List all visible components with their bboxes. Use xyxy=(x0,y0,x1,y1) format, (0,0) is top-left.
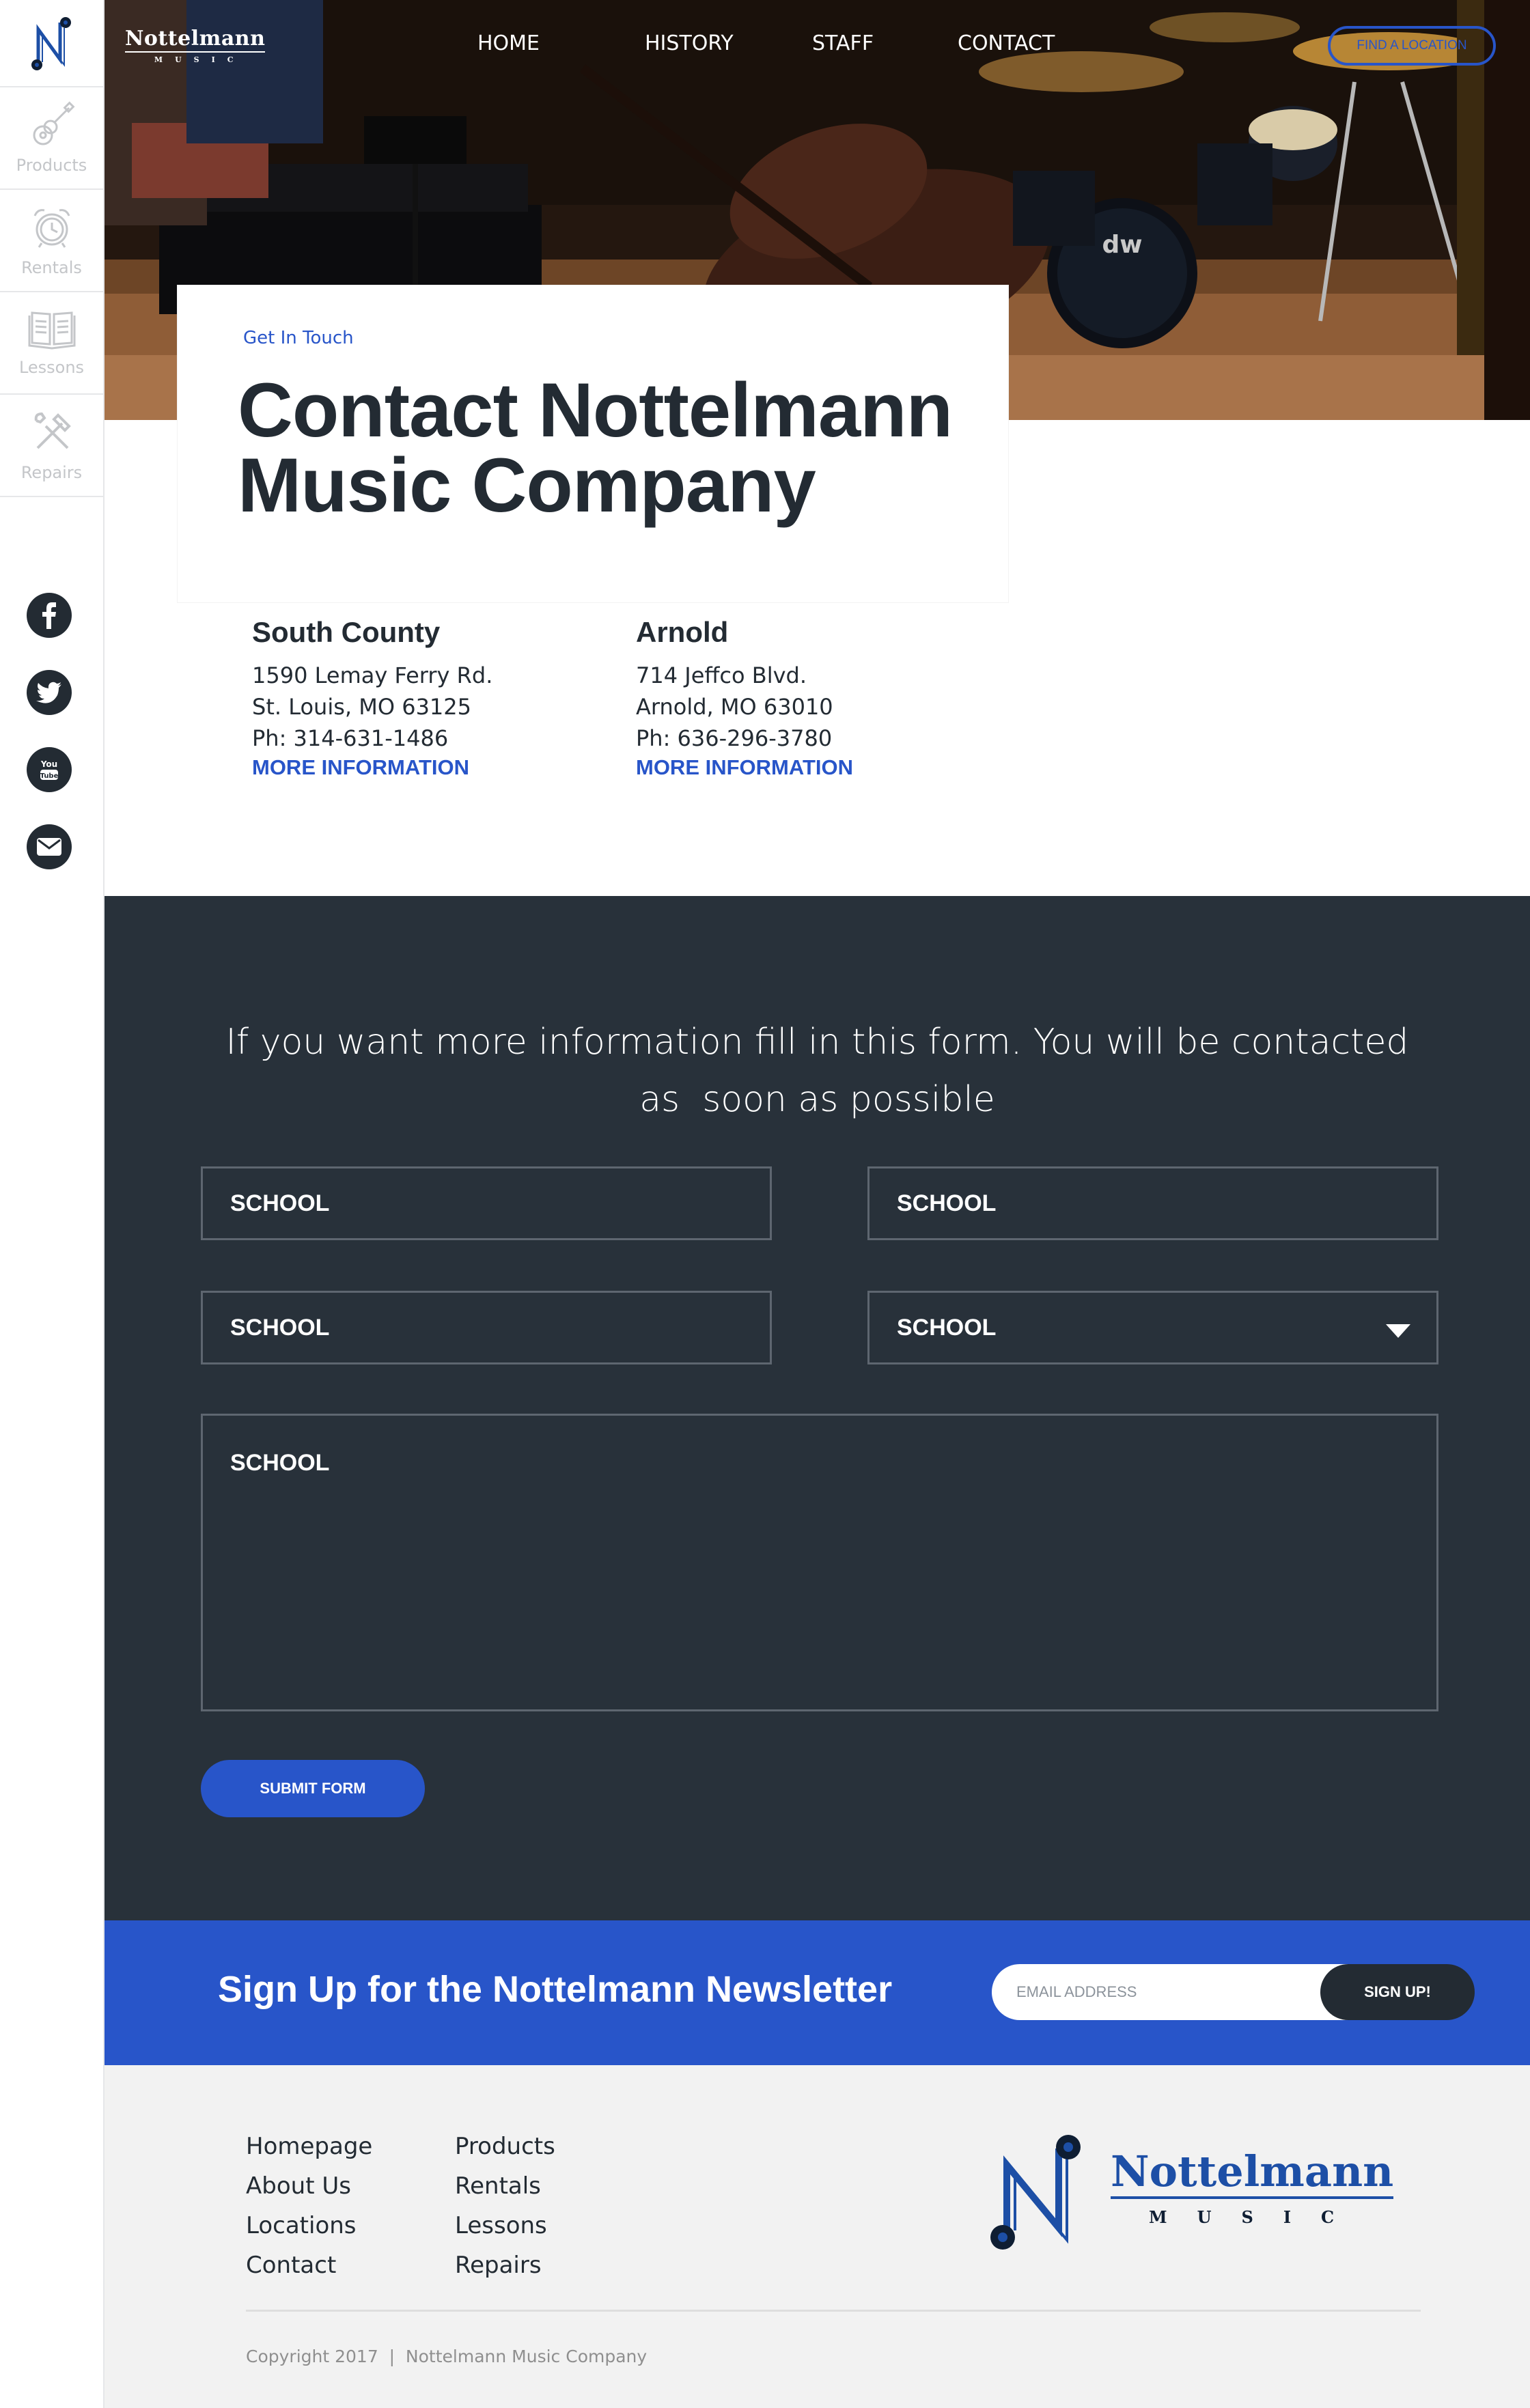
sidebar-item-rentals[interactable]: Rentals xyxy=(0,190,103,292)
footer-link-products[interactable]: Products xyxy=(455,2127,555,2166)
school-field-3[interactable]: SCHOOL xyxy=(201,1291,772,1364)
school-field-2[interactable]: SCHOOL xyxy=(867,1166,1438,1240)
newsletter-title: Sign Up for the Nottelmann Newsletter xyxy=(218,1969,893,2010)
location-name: South County xyxy=(252,616,441,648)
email-icon xyxy=(37,838,61,856)
form-intro-line1: If you want more information fill in thi… xyxy=(225,1022,1409,1063)
brand-name: Nottelmann xyxy=(125,27,266,53)
top-navigation: Nottelmann MUSIC HOME HISTORY STAFF CONT… xyxy=(105,0,1530,87)
nav-history[interactable]: HISTORY xyxy=(645,31,734,55)
field-label: SCHOOL xyxy=(230,1190,330,1216)
footer-logo-subtitle: MUSIC xyxy=(1149,2207,1365,2227)
copyright-text: Copyright 2017 | Nottelmann Music Compan… xyxy=(246,2347,648,2366)
field-label: SCHOOL xyxy=(897,1190,997,1216)
page-kicker: Get In Touch xyxy=(243,328,354,348)
footer-divider xyxy=(246,2310,1421,2312)
footer-link-lessons[interactable]: Lessons xyxy=(455,2206,555,2245)
footer: Homepage About Us Locations Contact Prod… xyxy=(105,2065,1530,2408)
svg-text:Tube: Tube xyxy=(40,772,59,780)
facebook-icon xyxy=(42,602,56,629)
facebook-link[interactable] xyxy=(27,593,72,638)
footer-link-contact[interactable]: Contact xyxy=(246,2245,372,2285)
sidebar-item-label: Lessons xyxy=(18,358,85,377)
chevron-down-icon xyxy=(1386,1324,1410,1338)
sidebar: Products Rentals Lessons Repairs You Tub… xyxy=(0,0,105,2408)
email-link[interactable] xyxy=(27,824,72,869)
nav-staff[interactable]: STAFF xyxy=(812,31,874,55)
nottelmann-logo-icon xyxy=(31,17,71,70)
footer-logo-name: Nottelmann xyxy=(1111,2148,1394,2200)
submit-form-button[interactable]: SUBMIT FORM xyxy=(201,1760,425,1817)
footer-link-rentals[interactable]: Rentals xyxy=(455,2166,555,2206)
school-select[interactable]: SCHOOL xyxy=(867,1291,1438,1364)
footer-link-homepage[interactable]: Homepage xyxy=(246,2127,372,2166)
page-title: Contact Nottelmann Music Company xyxy=(238,367,953,528)
location-arnold: Arnold 714 Jeffco Blvd. Arnold, MO 63010… xyxy=(636,616,977,780)
nav-contact[interactable]: CONTACT xyxy=(958,31,1055,55)
footer-links-col1: Homepage About Us Locations Contact xyxy=(246,2127,372,2285)
sidebar-item-label: Repairs xyxy=(20,463,83,482)
sidebar-item-products[interactable]: Products xyxy=(0,87,103,190)
youtube-link[interactable]: You Tube xyxy=(27,747,72,792)
location-address1: 1590 Lemay Ferry Rd. xyxy=(252,662,493,688)
find-location-button[interactable]: FIND A LOCATION xyxy=(1328,26,1496,66)
youtube-icon: You Tube xyxy=(40,759,59,780)
location-phone: Ph: 636-296-3780 xyxy=(636,725,833,751)
email-input[interactable]: EMAIL ADDRESS xyxy=(992,1964,1374,2020)
location-phone: Ph: 314-631-1486 xyxy=(252,725,449,751)
field-label: SCHOOL xyxy=(230,1314,330,1341)
location-address2: St. Louis, MO 63125 xyxy=(252,694,471,720)
sidebar-item-repairs[interactable]: Repairs xyxy=(0,395,103,497)
alarm-clock-icon xyxy=(33,209,70,248)
form-intro: If you want more information fill in thi… xyxy=(105,1013,1530,1128)
sidebar-item-label: Products xyxy=(16,156,87,175)
page-title-line1: Contact Nottelmann xyxy=(238,367,953,453)
page-title-line2: Music Company xyxy=(238,443,816,528)
nav-home[interactable]: HOME xyxy=(477,31,540,55)
sidebar-logo[interactable] xyxy=(0,0,103,87)
field-label: SCHOOL xyxy=(230,1450,330,1476)
svg-text:You: You xyxy=(40,759,57,769)
brand-subtitle: MUSIC xyxy=(154,55,246,64)
twitter-link[interactable] xyxy=(27,670,72,715)
footer-link-repairs[interactable]: Repairs xyxy=(455,2245,555,2285)
twitter-icon xyxy=(36,682,61,703)
form-intro-line2: as soon as possible xyxy=(639,1079,995,1120)
more-information-link[interactable]: MORE INFORMATION xyxy=(252,755,594,780)
sign-up-button[interactable]: SIGN UP! xyxy=(1320,1964,1475,2020)
nottelmann-logo-icon xyxy=(990,2135,1081,2250)
more-information-link[interactable]: MORE INFORMATION xyxy=(636,755,977,780)
wrench-hammer-icon xyxy=(34,412,71,449)
brand-logo[interactable]: Nottelmann MUSIC xyxy=(125,27,266,64)
school-field-1[interactable]: SCHOOL xyxy=(201,1166,772,1240)
contact-form-section: If you want more information fill in thi… xyxy=(105,896,1530,1920)
svg-text:dw: dw xyxy=(1102,231,1142,259)
guitar-icon xyxy=(33,101,74,145)
location-name: Arnold xyxy=(636,616,729,648)
page-header-card: Get In Touch Contact Nottelmann Music Co… xyxy=(178,285,1008,602)
sidebar-item-label: Rentals xyxy=(21,258,82,277)
footer-links-col2: Products Rentals Lessons Repairs xyxy=(455,2127,555,2285)
book-icon xyxy=(28,311,75,350)
footer-link-locations[interactable]: Locations xyxy=(246,2206,372,2245)
footer-logo[interactable]: Nottelmann MUSIC xyxy=(988,2128,1425,2251)
location-south-county: South County 1590 Lemay Ferry Rd. St. Lo… xyxy=(252,616,594,780)
select-value: SCHOOL xyxy=(897,1314,997,1341)
location-address2: Arnold, MO 63010 xyxy=(636,694,833,720)
newsletter-bar: Sign Up for the Nottelmann Newsletter EM… xyxy=(105,1920,1530,2065)
message-textarea[interactable]: SCHOOL xyxy=(201,1414,1438,1711)
sidebar-item-lessons[interactable]: Lessons xyxy=(0,292,103,395)
location-address1: 714 Jeffco Blvd. xyxy=(636,662,807,688)
footer-link-about-us[interactable]: About Us xyxy=(246,2166,372,2206)
